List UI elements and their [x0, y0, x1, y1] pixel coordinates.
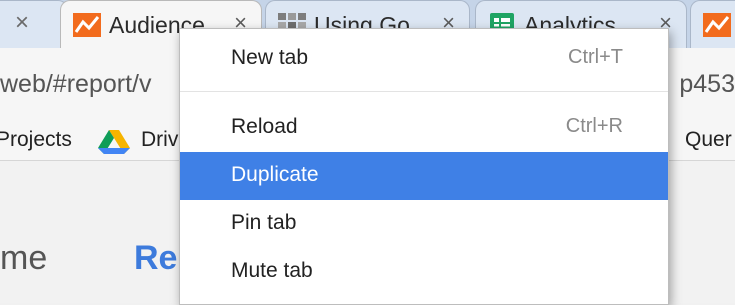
menu-item-new-tab[interactable]: New tab Ctrl+T [180, 35, 668, 83]
menu-item-label: Pin tab [231, 211, 297, 234]
analytics-favicon [73, 13, 101, 37]
menu-item-shortcut: Ctrl+T [568, 46, 623, 68]
url-text-tail[interactable]: p453 [679, 70, 735, 99]
tab-next[interactable] [690, 0, 735, 48]
menu-item-duplicate[interactable]: Duplicate [180, 152, 668, 200]
menu-item-label: Reload [231, 115, 298, 138]
bookmark-drive[interactable]: Driv [141, 128, 178, 152]
menu-item-reload[interactable]: Reload Ctrl+R [180, 104, 668, 152]
menu-separator [180, 91, 668, 92]
analytics-favicon [703, 13, 731, 37]
bookmark-projects[interactable]: Projects [0, 128, 72, 152]
page-heading-fragment: me [0, 239, 48, 277]
menu-item-shortcut: Ctrl+R [565, 115, 623, 137]
page-link-fragment[interactable]: Re [134, 239, 177, 278]
close-icon[interactable]: × [15, 9, 29, 37]
menu-item-label: Mute tab [231, 259, 313, 282]
menu-item-label: New tab [231, 46, 309, 69]
tab-context-menu: New tab Ctrl+T Reload Ctrl+R Duplicate P… [179, 28, 669, 305]
bookmark-query[interactable]: Quer [685, 128, 732, 152]
menu-item-mute-tab[interactable]: Mute tab [180, 248, 668, 296]
tab-previous[interactable]: × [0, 0, 68, 48]
menu-item-pin-tab[interactable]: Pin tab [180, 200, 668, 248]
url-text[interactable]: web/#report/v [0, 70, 151, 99]
drive-icon [98, 130, 130, 154]
menu-item-label: Duplicate [231, 163, 319, 186]
